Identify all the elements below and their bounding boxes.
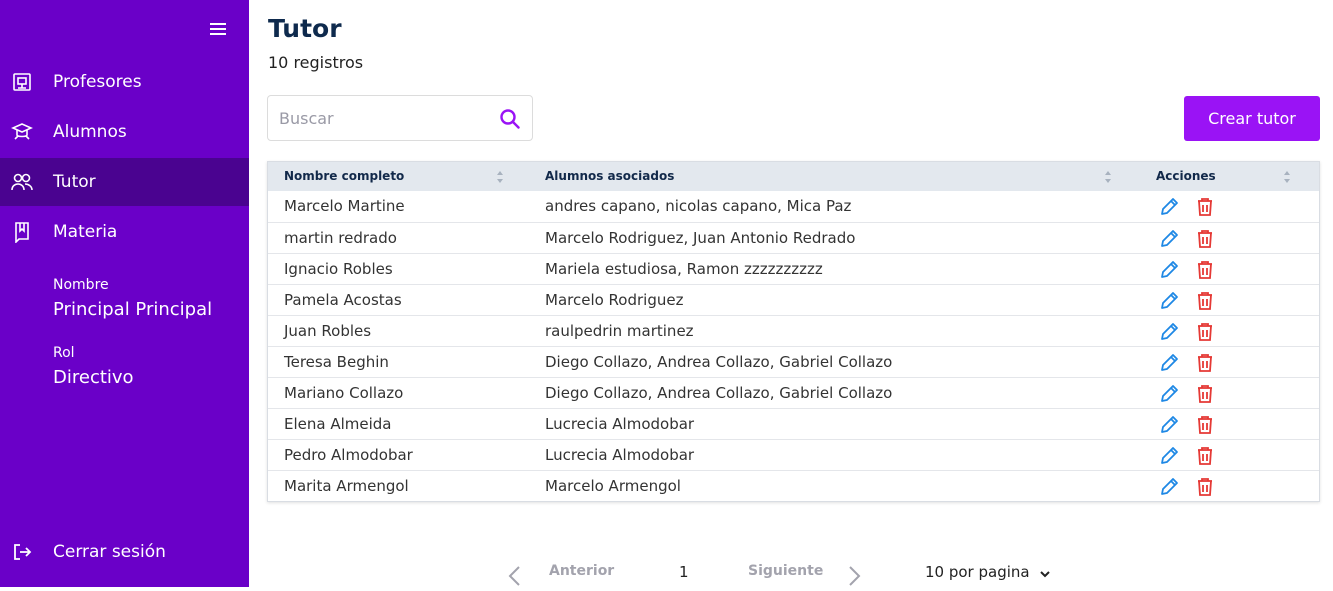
tutor-name-cell: Marcelo Martine	[284, 197, 405, 215]
table-row: Marcelo Martine andres capano, nicolas ca…	[268, 191, 1319, 222]
main-content: Tutor 10 registros Crear tutor Nombre co…	[249, 0, 1333, 587]
users-icon	[11, 171, 33, 193]
students-cell: Mariela estudiosa, Ramon zzzzzzzzzz	[545, 260, 823, 278]
students-cell: Marcelo Armengol	[545, 477, 681, 495]
presentation-icon	[11, 71, 33, 93]
table-row: Pedro Almodobar Lucrecia Almodobar	[268, 439, 1319, 470]
students-cell: Diego Collazo, Andrea Collazo, Gabriel C…	[545, 384, 893, 402]
search-icon[interactable]	[498, 107, 522, 131]
column-header-nombre[interactable]: Nombre completo	[284, 162, 404, 191]
tutor-name-cell: Teresa Beghin	[284, 353, 389, 371]
next-page-button[interactable]: Siguiente	[748, 563, 823, 587]
students-cell: Marcelo Rodriguez	[545, 291, 684, 309]
edit-icon[interactable]	[1158, 445, 1180, 467]
tutor-name-cell: Juan Robles	[284, 322, 372, 340]
chevron-down-icon	[1040, 564, 1051, 582]
table-row: martin redrado Marcelo Rodriguez, Juan An…	[268, 222, 1319, 253]
table-row: Pamela Acostas Marcelo Rodriguez	[268, 284, 1319, 315]
delete-icon[interactable]	[1194, 321, 1216, 343]
delete-icon[interactable]	[1194, 352, 1216, 374]
record-count: 10 registros	[268, 53, 364, 72]
table-row: Marita Armengol Marcelo Armengol	[268, 470, 1319, 501]
edit-icon[interactable]	[1158, 414, 1180, 436]
delete-icon[interactable]	[1194, 383, 1216, 405]
graduation-cap-icon	[11, 121, 33, 143]
edit-icon[interactable]	[1158, 352, 1180, 374]
edit-icon[interactable]	[1158, 290, 1180, 312]
delete-icon[interactable]	[1194, 414, 1216, 436]
previous-page-button[interactable]: Anterior	[549, 563, 614, 587]
delete-icon[interactable]	[1194, 228, 1216, 250]
table-row: Mariano Collazo Diego Collazo, Andrea Col…	[268, 377, 1319, 408]
chevron-left-icon[interactable]	[507, 565, 523, 587]
menu-icon[interactable]	[207, 18, 229, 40]
create-tutor-button[interactable]: Crear tutor	[1184, 96, 1320, 141]
user-name-label: Nombre	[53, 277, 109, 293]
search-input[interactable]	[279, 96, 489, 140]
sidebar-item-label: Materia	[53, 222, 118, 242]
delete-icon[interactable]	[1194, 445, 1216, 467]
logout-label: Cerrar sesión	[53, 542, 166, 562]
table-row: Juan Robles raulpedrin martinez	[268, 315, 1319, 346]
tutor-name-cell: Ignacio Robles	[284, 260, 393, 278]
table-row: Teresa Beghin Diego Collazo, Andrea Colla…	[268, 346, 1319, 377]
current-page: 1	[679, 563, 689, 581]
page-title: Tutor	[268, 14, 342, 43]
tutor-name-cell: Mariano Collazo	[284, 384, 404, 402]
sidebar-item-tutor[interactable]: Tutor	[0, 158, 249, 206]
edit-icon[interactable]	[1158, 383, 1180, 405]
students-cell: raulpedrin martinez	[545, 322, 694, 340]
tutor-name-cell: martin redrado	[284, 229, 397, 247]
delete-icon[interactable]	[1194, 476, 1216, 498]
edit-icon[interactable]	[1158, 196, 1180, 218]
tutor-table: Nombre completo Alumnos asociados Accion…	[267, 161, 1320, 502]
sidebar-item-label: Alumnos	[53, 122, 127, 142]
table-header: Nombre completo Alumnos asociados Accion…	[268, 162, 1319, 191]
user-role-label: Rol	[53, 345, 75, 361]
table-row: Ignacio Robles Mariela estudiosa, Ramon z…	[268, 253, 1319, 284]
tutor-name-cell: Pedro Almodobar	[284, 446, 413, 464]
page-size-label: 10 por pagina	[925, 563, 1030, 581]
page-size-select[interactable]: 10 por pagina	[925, 563, 1051, 587]
sort-icon[interactable]	[1103, 169, 1113, 185]
sort-icon[interactable]	[495, 169, 505, 185]
sidebar-item-label: Tutor	[53, 172, 96, 192]
students-cell: Lucrecia Almodobar	[545, 446, 695, 464]
students-cell: Diego Collazo, Andrea Collazo, Gabriel C…	[545, 353, 893, 371]
logout-button[interactable]: Cerrar sesión	[0, 528, 249, 576]
sidebar-item-alumnos[interactable]: Alumnos	[0, 108, 249, 156]
book-icon	[11, 221, 33, 243]
user-name-value: Principal Principal	[53, 299, 213, 320]
delete-icon[interactable]	[1194, 259, 1216, 281]
user-role-value: Directivo	[53, 367, 134, 388]
column-header-alumnos[interactable]: Alumnos asociados	[545, 162, 674, 191]
sidebar: Profesores Alumnos Tutor Materia Nombre …	[0, 0, 249, 587]
students-cell: andres capano, nicolas capano, Mica Paz	[545, 197, 852, 215]
sidebar-item-label: Profesores	[53, 72, 142, 92]
delete-icon[interactable]	[1194, 290, 1216, 312]
edit-icon[interactable]	[1158, 476, 1180, 498]
tutor-name-cell: Pamela Acostas	[284, 291, 402, 309]
chevron-right-icon[interactable]	[846, 565, 862, 587]
sidebar-item-profesores[interactable]: Profesores	[0, 58, 249, 106]
search-box	[267, 95, 533, 141]
students-cell: Lucrecia Almodobar	[545, 415, 695, 433]
sidebar-item-materia[interactable]: Materia	[0, 208, 249, 256]
delete-icon[interactable]	[1194, 196, 1216, 218]
table-row: Elena Almeida Lucrecia Almodobar	[268, 408, 1319, 439]
edit-icon[interactable]	[1158, 321, 1180, 343]
edit-icon[interactable]	[1158, 228, 1180, 250]
tutor-name-cell: Elena Almeida	[284, 415, 392, 433]
logout-icon	[11, 541, 33, 563]
tutor-name-cell: Marita Armengol	[284, 477, 409, 495]
column-header-acciones[interactable]: Acciones	[1156, 162, 1216, 191]
edit-icon[interactable]	[1158, 259, 1180, 281]
table-body: Marcelo Martine andres capano, nicolas ca…	[268, 191, 1319, 501]
students-cell: Marcelo Rodriguez, Juan Antonio Redrado	[545, 229, 856, 247]
sort-icon[interactable]	[1282, 169, 1292, 185]
